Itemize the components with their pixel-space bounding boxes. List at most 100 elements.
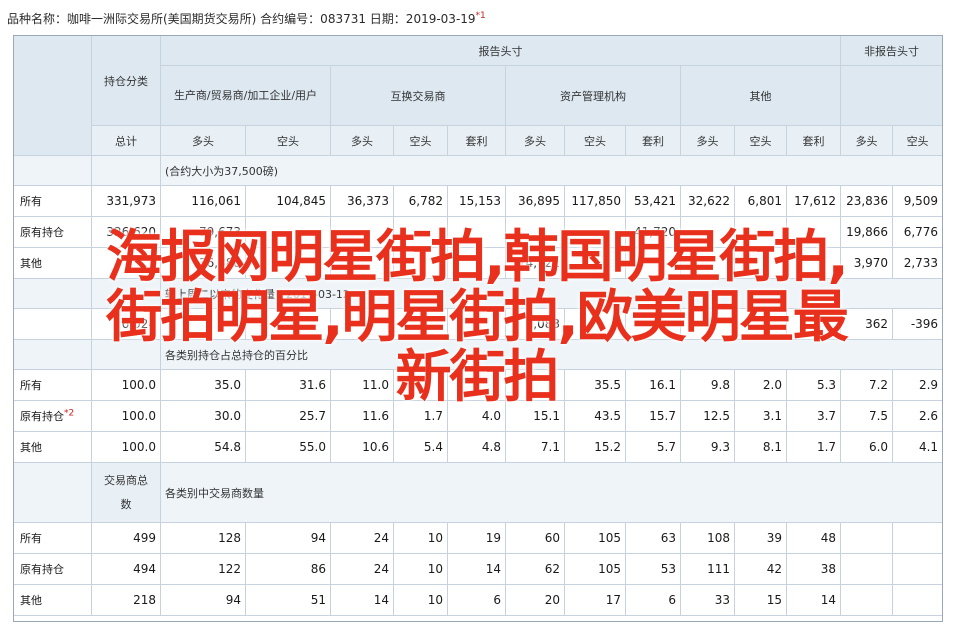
- table-cell: 6,782: [393, 185, 448, 217]
- table-cell: 86: [245, 553, 331, 585]
- table-cell: 15,153: [447, 185, 506, 217]
- table-cell: 39: [734, 522, 787, 554]
- non-report-header: 非报告头寸: [840, 36, 942, 66]
- section-title: 各类别中交易商数量: [159, 462, 942, 523]
- table-cell: 117,850: [564, 185, 626, 217]
- table-cell: 7.1: [505, 431, 565, 463]
- table-cell: 100.0: [91, 431, 161, 463]
- table-cell: 62: [505, 553, 565, 585]
- row-label: 其他: [14, 584, 92, 616]
- caption-footnote: *1: [475, 11, 486, 21]
- position-category-header: 持仓分类: [91, 36, 161, 126]
- table-cell: 94: [160, 584, 246, 616]
- prod-long-header: 多头: [160, 125, 246, 156]
- section-blank-cell: [14, 462, 92, 523]
- group-producers-header: 生产商/贸易商/加工企业/用户: [160, 65, 331, 126]
- table-cell: 63: [625, 522, 681, 554]
- table-cell: 6: [625, 584, 681, 616]
- table-cell: 36,373: [330, 185, 394, 217]
- table-cell: 105: [564, 553, 626, 585]
- table-cell: 17: [564, 584, 626, 616]
- table-cell: 331,973: [91, 185, 161, 217]
- corner-cell: [14, 36, 92, 156]
- table-cell: 10: [393, 522, 448, 554]
- section-row: 交易商总数各类别中交易商数量: [14, 462, 942, 523]
- table-cell: [892, 522, 942, 554]
- group-asset-header: 资产管理机构: [505, 65, 681, 126]
- table-cell: 33: [680, 584, 735, 616]
- other-long-header: 多头: [680, 125, 735, 156]
- table-cell: [892, 584, 942, 616]
- overlay-line-3: 新街拍: [395, 345, 560, 410]
- table-cell: 1.7: [785, 431, 842, 463]
- table-cell: 20: [505, 584, 565, 616]
- table-cell: 9.3: [680, 431, 735, 463]
- nonrep-long-header: 多头: [840, 125, 894, 156]
- table-row: 所有 331,973 116,061 104,845 36,373 6,782 15,153…: [14, 185, 942, 217]
- other-spread-header: 套利: [785, 125, 842, 156]
- table-cell: 14: [447, 553, 506, 585]
- table-cell: 54.8: [160, 431, 246, 463]
- page-caption: 品种名称：咖啡一洲际交易所(美国期货交易所) 合约编号：083731 日期：20…: [7, 10, 486, 27]
- table-cell: 14: [330, 584, 394, 616]
- table-cell: [892, 553, 942, 585]
- row-label-text: 所有: [20, 532, 42, 545]
- table-cell: 8.1: [734, 431, 787, 463]
- section-blank-cell: [91, 155, 161, 186]
- table-cell: 218: [91, 584, 161, 616]
- trader-count-header: 交易商总数: [91, 462, 161, 523]
- trader-count-line-1: 交易商总: [104, 473, 148, 487]
- table-cell: 60: [505, 522, 565, 554]
- asset-spread-header: 套利: [625, 125, 681, 156]
- swap-short-header: 空头: [393, 125, 448, 156]
- table-cell: 38: [785, 553, 842, 585]
- non-report-sub-blank: [840, 65, 942, 126]
- table-cell: 116,061: [160, 185, 246, 217]
- group-swap-header: 互换交易商: [330, 65, 506, 126]
- table-cell: 32,622: [680, 185, 735, 217]
- row-label-text: 其他: [20, 441, 42, 454]
- table-cell: 94: [245, 522, 331, 554]
- table-cell: 51: [245, 584, 331, 616]
- table-cell: 111: [680, 553, 735, 585]
- table-cell: 53: [625, 553, 681, 585]
- row-label: 所有: [14, 522, 92, 554]
- table-cell: 6.0: [840, 431, 894, 463]
- table-cell: 6: [447, 584, 506, 616]
- row-label-text: 所有: [20, 195, 42, 208]
- table-cell: 5.4: [393, 431, 448, 463]
- table-row: 其他 218 94 51 14 10 6 20 17 6 33 15 14: [14, 584, 942, 616]
- table-cell: 5.7: [625, 431, 681, 463]
- row-label-footnote: *2: [64, 408, 75, 419]
- table-cell: 6,801: [734, 185, 787, 217]
- group-other-header: 其他: [679, 65, 842, 126]
- asset-short-header: 空头: [564, 125, 626, 156]
- table-cell: [840, 584, 894, 616]
- overlay-line-1: 海报网明星街拍,韩国明星街拍,: [106, 225, 849, 290]
- total-header: 总计: [91, 125, 161, 156]
- table-cell: 10.6: [330, 431, 394, 463]
- caption-text: 品种名称：咖啡一洲际交易所(美国期货交易所) 合约编号：083731 日期：20…: [7, 12, 476, 26]
- table-cell: 4.1: [892, 431, 942, 463]
- table-cell: 10: [393, 553, 448, 585]
- row-label: 所有: [14, 185, 92, 217]
- table-cell: 105: [564, 522, 626, 554]
- table-cell: 494: [91, 553, 161, 585]
- table-cell: 42: [734, 553, 787, 585]
- table-row: 所有 499 128 94 24 10 19 60 105 63 108 39 48: [14, 522, 942, 554]
- table-row: 原有持仓 494 122 86 24 10 14 62 105 53 111 42 38: [14, 553, 942, 585]
- table-cell: 36,895: [505, 185, 565, 217]
- row-label-text: 其他: [20, 594, 42, 607]
- table-cell: 4.8: [447, 431, 506, 463]
- row-label: 其他: [14, 431, 92, 463]
- overlay-line-2: 街拍明星,明星街拍,欧美明星最: [106, 285, 849, 350]
- prod-short-header: 空头: [245, 125, 331, 156]
- table-cell: 48: [785, 522, 842, 554]
- table-cell: 17,612: [785, 185, 842, 217]
- table-cell: 15.2: [564, 431, 626, 463]
- section-blank-cell: [14, 155, 92, 186]
- swap-long-header: 多头: [330, 125, 394, 156]
- asset-long-header: 多头: [505, 125, 565, 156]
- row-label: 原有持仓: [14, 553, 92, 585]
- table-row: 其他 100.0 54.8 55.0 10.6 5.4 4.8 7.1 15.2 5.7 9.3 8.…: [14, 431, 942, 463]
